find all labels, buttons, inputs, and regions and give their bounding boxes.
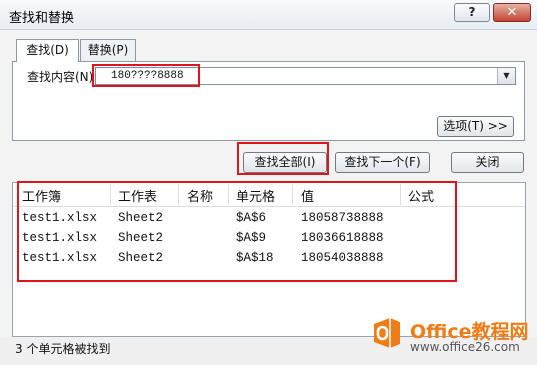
highlight-box-find-input xyxy=(92,64,200,87)
highlight-box-results xyxy=(17,181,457,282)
tab-find[interactable]: 查找(D) xyxy=(16,39,79,62)
find-next-button[interactable]: 查找下一个(F) xyxy=(335,152,430,173)
tab-replace[interactable]: 替换(P) xyxy=(80,39,136,61)
office-logo-icon xyxy=(374,318,400,348)
help-button[interactable]: ? xyxy=(454,3,490,22)
find-what-label: 查找内容(N): xyxy=(27,70,98,84)
watermark-url: www.office26.com xyxy=(410,340,520,354)
options-button[interactable]: 选项(T) >> xyxy=(437,116,514,137)
highlight-box-find-all xyxy=(237,142,329,175)
status-text: 3 个单元格被找到 xyxy=(15,342,111,356)
window-close-button[interactable]: ✕ xyxy=(493,3,531,22)
close-button[interactable]: 关闭 xyxy=(451,152,524,173)
chevron-down-icon[interactable]: ▼ xyxy=(497,68,515,84)
dialog-title: 查找和替换 xyxy=(9,11,75,26)
